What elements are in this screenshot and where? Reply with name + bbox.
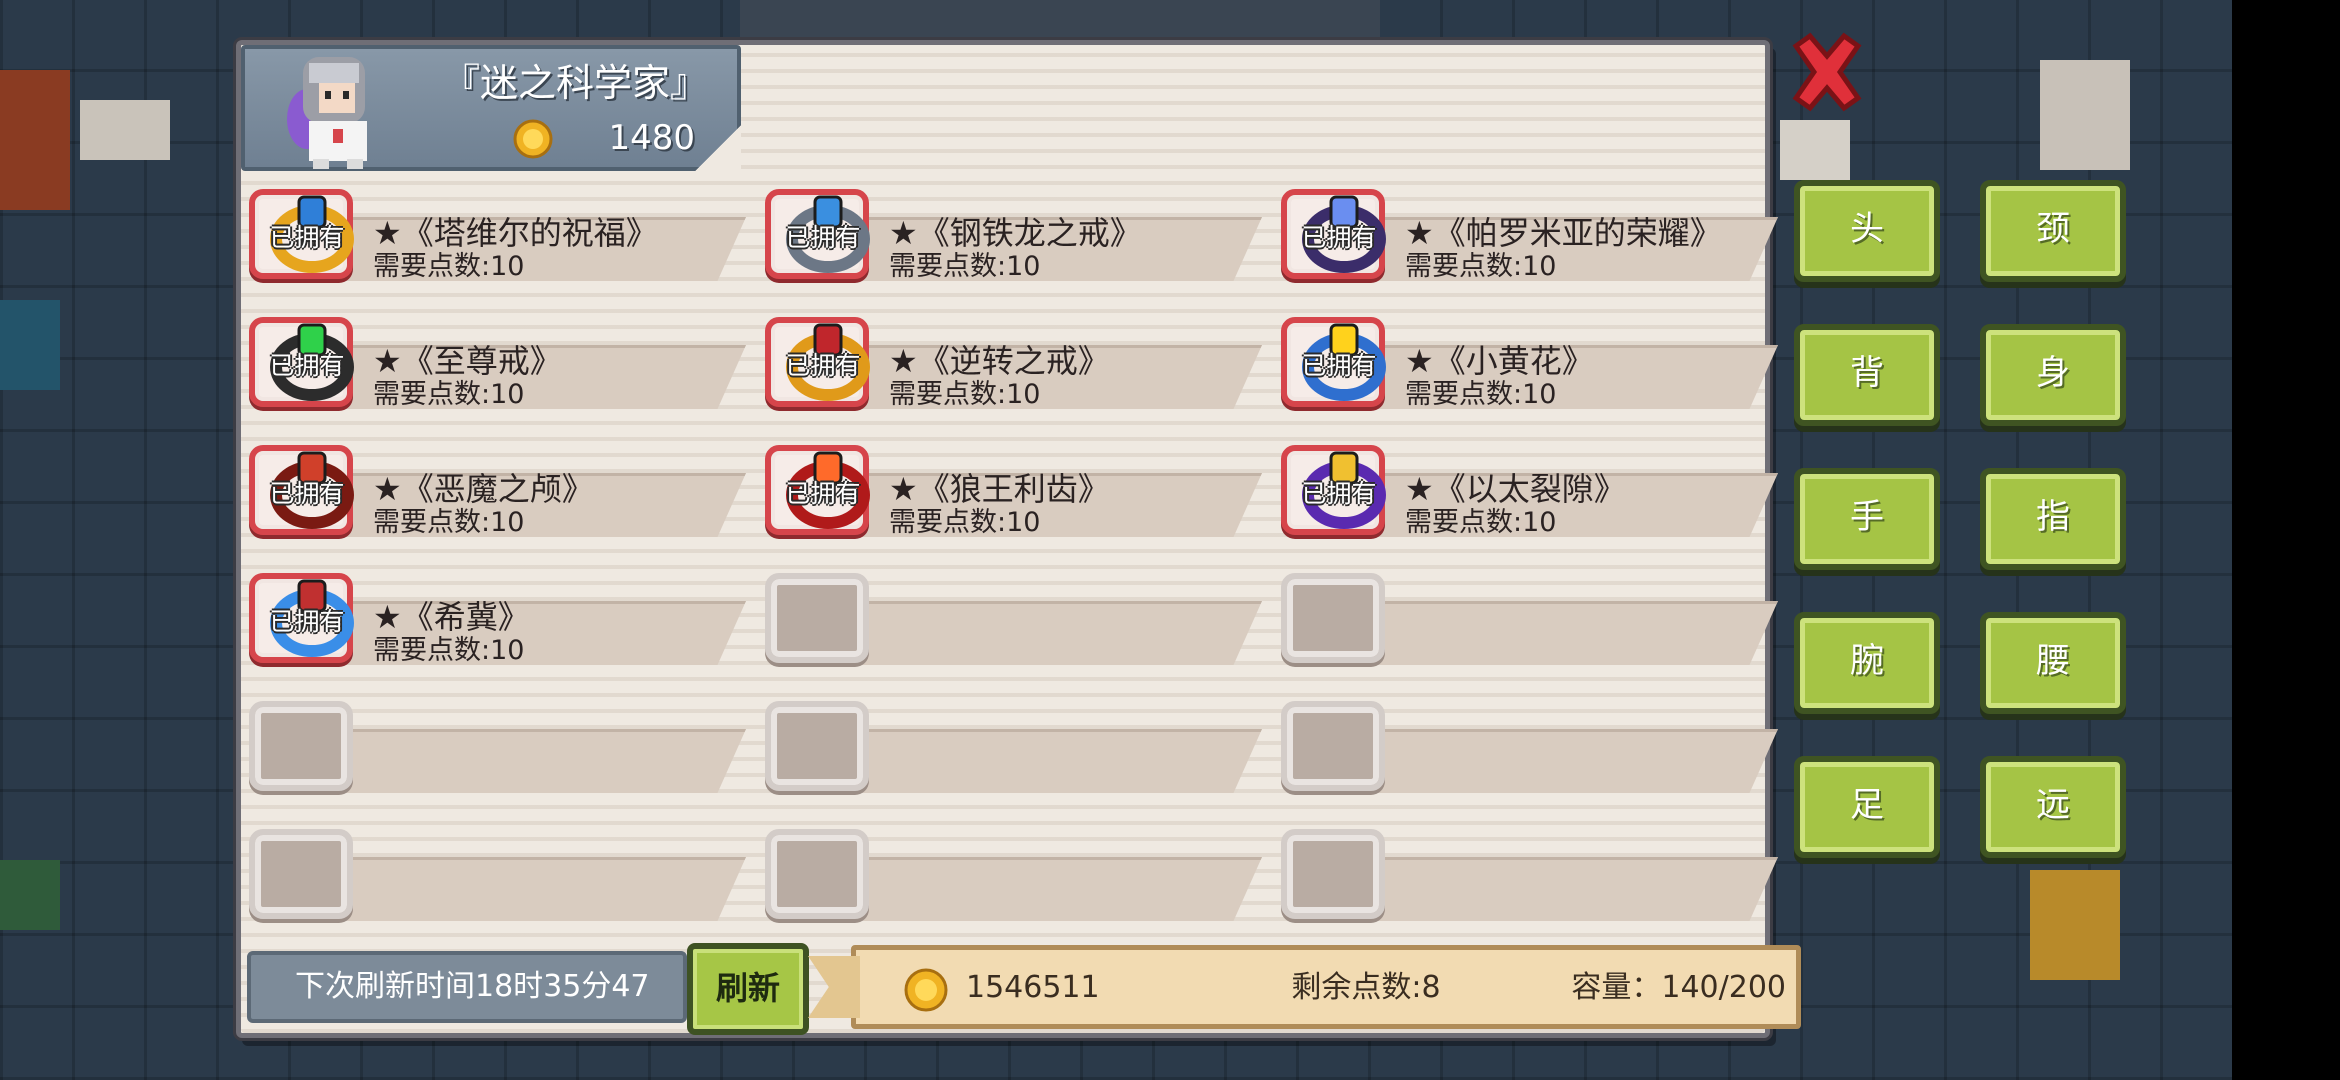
shop-item[interactable]: 已拥有 ★《希冀》 需要点数:10 (241, 559, 746, 669)
item-slot (249, 701, 353, 791)
item-slot (1281, 829, 1385, 919)
item-cost: 需要点数:10 (889, 379, 1041, 410)
category-button[interactable]: 背 (1794, 324, 1940, 426)
owned-label: 已拥有 (269, 479, 345, 508)
category-button[interactable]: 指 (1980, 468, 2126, 570)
close-icon[interactable] (1788, 32, 1866, 112)
bg-wall-top (740, 0, 1380, 38)
refresh-timer: 下次刷新时间18时35分47 (247, 951, 687, 1023)
owned-label: 已拥有 (1301, 351, 1377, 380)
stats-bar: 1546511 剩余点数:8 容量：140/200 (851, 945, 1801, 1029)
empty-slot (757, 815, 1262, 925)
category-button[interactable]: 远 (1980, 756, 2126, 858)
empty-slot (757, 687, 1262, 797)
item-slot[interactable]: 已拥有 (249, 573, 354, 663)
remaining-points: 剩余点数:8 (1291, 970, 1441, 1005)
item-cost: 需要点数:10 (889, 251, 1041, 282)
item-cost: 需要点数:10 (373, 635, 525, 666)
category-button[interactable]: 头 (1794, 180, 1940, 282)
item-cost: 需要点数:10 (373, 507, 525, 538)
shop-item[interactable]: 已拥有 ★《小黄花》 需要点数:10 (1273, 303, 1778, 413)
character-header: 『迷之科学家』 1480 (241, 45, 741, 171)
item-slot[interactable]: 已拥有 (249, 445, 354, 535)
category-button[interactable]: 颈 (1980, 180, 2126, 282)
item-slot (1281, 701, 1385, 791)
item-name: ★《希冀》 (373, 598, 530, 636)
category-button[interactable]: 身 (1980, 324, 2126, 426)
bg-device (1780, 120, 1850, 180)
item-slot[interactable]: 已拥有 (765, 317, 870, 407)
shop-item[interactable]: 已拥有 ★《逆转之戒》 需要点数:10 (757, 303, 1262, 413)
owned-label: 已拥有 (1301, 479, 1377, 508)
bg-machine-right (2040, 60, 2130, 170)
bg-chip (0, 860, 60, 930)
bg-crate (0, 300, 60, 390)
owned-label: 已拥有 (269, 607, 345, 636)
shop-item[interactable]: 已拥有 ★《钢铁龙之戒》 需要点数:10 (757, 175, 1262, 285)
owned-label: 已拥有 (269, 223, 345, 252)
owned-label: 已拥有 (785, 223, 861, 252)
refresh-button[interactable]: 刷新 (687, 943, 809, 1035)
category-button[interactable]: 足 (1794, 756, 1940, 858)
shop-item[interactable]: 已拥有 ★《以太裂隙》 需要点数:10 (1273, 431, 1778, 541)
item-name: ★《逆转之戒》 (889, 342, 1110, 380)
shop-item[interactable]: 已拥有 ★《帕罗米亚的荣耀》 需要点数:10 (1273, 175, 1778, 285)
owned-label: 已拥有 (785, 351, 861, 380)
item-slot[interactable]: 已拥有 (765, 189, 870, 279)
item-cost: 需要点数:10 (373, 251, 525, 282)
empty-slot (241, 687, 746, 797)
item-slot[interactable]: 已拥有 (249, 317, 354, 407)
empty-slot (1273, 687, 1778, 797)
capacity: 容量：140/200 (1571, 970, 1786, 1005)
item-slot[interactable]: 已拥有 (249, 189, 354, 279)
item-name: ★《钢铁龙之戒》 (889, 214, 1142, 252)
item-name: ★《以太裂隙》 (1405, 470, 1626, 508)
category-button[interactable]: 腰 (1980, 612, 2126, 714)
item-cost: 需要点数:10 (373, 379, 525, 410)
shop-item[interactable]: 已拥有 ★《狼王利齿》 需要点数:10 (757, 431, 1262, 541)
bg-terminal-right (2030, 870, 2120, 980)
gold-coin-icon (904, 968, 948, 1012)
empty-slot (1273, 559, 1778, 669)
shop-item[interactable]: 已拥有 ★《恶魔之颅》 需要点数:10 (241, 431, 746, 541)
bg-furniture (0, 70, 70, 210)
item-slot (249, 829, 353, 919)
item-cost: 需要点数:10 (889, 507, 1041, 538)
shop-item[interactable]: 已拥有 ★《至尊戒》 需要点数:10 (241, 303, 746, 413)
item-name: ★《塔维尔的祝福》 (373, 214, 658, 252)
item-cost: 需要点数:10 (1405, 507, 1557, 538)
item-name: ★《帕罗米亚的荣耀》 (1405, 214, 1722, 252)
item-name: ★《狼王利齿》 (889, 470, 1110, 508)
character-title: 『迷之科学家』 (441, 61, 708, 105)
owned-label: 已拥有 (785, 479, 861, 508)
item-slot[interactable]: 已拥有 (765, 445, 870, 535)
scientist-avatar-icon (287, 57, 367, 169)
category-button[interactable]: 手 (1794, 468, 1940, 570)
character-coin-count: 1480 (608, 118, 695, 158)
coin-icon (513, 119, 553, 159)
owned-label: 已拥有 (269, 351, 345, 380)
item-name: ★《恶魔之颅》 (373, 470, 594, 508)
item-cost: 需要点数:10 (1405, 379, 1557, 410)
bg-machine (80, 100, 170, 160)
item-cost: 需要点数:10 (1405, 251, 1557, 282)
screen-edge (2232, 0, 2340, 1080)
shop-item[interactable]: 已拥有 ★《塔维尔的祝福》 需要点数:10 (241, 175, 746, 285)
empty-slot (241, 815, 746, 925)
owned-label: 已拥有 (1301, 223, 1377, 252)
item-slot[interactable]: 已拥有 (1281, 189, 1386, 279)
item-slot (765, 829, 869, 919)
empty-slot (1273, 815, 1778, 925)
item-slot (765, 701, 869, 791)
item-slot[interactable]: 已拥有 (1281, 317, 1386, 407)
empty-slot (757, 559, 1262, 669)
item-slot (1281, 573, 1385, 663)
item-name: ★《小黄花》 (1405, 342, 1594, 380)
gold-amount: 1546511 (966, 970, 1100, 1005)
category-button[interactable]: 腕 (1794, 612, 1940, 714)
item-slot (765, 573, 869, 663)
item-slot[interactable]: 已拥有 (1281, 445, 1386, 535)
shop-panel: 『迷之科学家』 1480 已拥有 ★《塔维尔的祝福》 需要点数:10 已拥有 ★《钢铁龙… (236, 40, 1801, 1038)
item-name: ★《至尊戒》 (373, 342, 562, 380)
